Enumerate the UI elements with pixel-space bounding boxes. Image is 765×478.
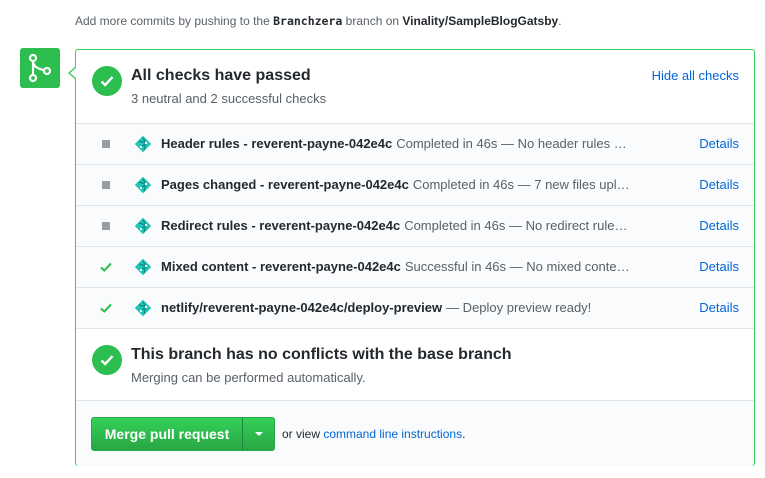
check-circle-icon <box>92 345 122 375</box>
cli-hint: or view command line instructions. <box>282 427 465 441</box>
checks-summary: All checks have passed 3 neutral and 2 s… <box>76 50 754 123</box>
check-text: Pages changed - reverent-payne-042e4c Com… <box>161 177 631 192</box>
conflicts-subtitle: Merging can be performed automatically. <box>131 370 366 385</box>
check-icon <box>100 302 112 314</box>
check-name: Pages changed - reverent-payne-042e4c <box>161 177 409 192</box>
neutral-square-icon <box>100 138 112 150</box>
merge-method-dropdown[interactable] <box>242 418 274 450</box>
check-row: Redirect rules - reverent-payne-042e4c Co… <box>76 206 754 247</box>
check-description: Completed in 46s — No header rules proce… <box>396 136 631 151</box>
check-row: Mixed content - reverent-payne-042e4c Suc… <box>76 247 754 288</box>
push-instructions-prefix: Add more commits by pushing to the <box>75 14 274 28</box>
netlify-logo-icon <box>134 135 152 153</box>
check-icon <box>100 261 112 273</box>
check-details-link[interactable]: Details <box>699 300 739 315</box>
checks-title: All checks have passed <box>131 67 311 84</box>
check-text: Header rules - reverent-payne-042e4c Comp… <box>161 136 631 151</box>
check-circle-icon <box>92 66 122 96</box>
check-details-link[interactable]: Details <box>699 177 739 192</box>
neutral-square-icon <box>100 220 112 232</box>
command-line-instructions-link[interactable]: command line instructions <box>323 427 462 441</box>
hide-all-checks-link[interactable]: Hide all checks <box>652 68 739 83</box>
check-details-link[interactable]: Details <box>699 259 739 274</box>
check-text: Mixed content - reverent-payne-042e4c Suc… <box>161 259 631 274</box>
netlify-logo-icon <box>134 299 152 317</box>
merge-status-box: All checks have passed 3 neutral and 2 s… <box>68 49 755 466</box>
check-description: Completed in 46s — No redirect rules pro… <box>404 218 631 233</box>
netlify-logo-icon <box>134 176 152 194</box>
git-merge-icon <box>20 48 60 88</box>
check-description: Successful in 46s — No mixed content det… <box>404 259 631 274</box>
checks-subtitle: 3 neutral and 2 successful checks <box>131 91 327 106</box>
check-row: Pages changed - reverent-payne-042e4c Com… <box>76 165 754 206</box>
conflicts-title: This branch has no conflicts with the ba… <box>131 346 512 363</box>
push-instructions: Add more commits by pushing to the Branc… <box>75 14 562 28</box>
merge-pull-request-button[interactable]: Merge pull request <box>92 418 242 450</box>
check-text: netlify/reverent-payne-042e4c/deploy-pre… <box>161 300 631 315</box>
conflicts-summary: This branch has no conflicts with the ba… <box>76 330 754 400</box>
netlify-logo-icon <box>134 217 152 235</box>
check-description: Completed in 46s — 7 new files uploaded <box>412 177 631 192</box>
cli-hint-suffix: . <box>462 427 466 441</box>
merge-actions: Merge pull request or view command line … <box>76 400 754 466</box>
check-name: Mixed content - reverent-payne-042e4c <box>161 259 401 274</box>
branch-name[interactable]: Branchzera <box>273 14 342 28</box>
or-view-text: or view <box>282 427 324 441</box>
check-row: Header rules - reverent-payne-042e4c Comp… <box>76 124 754 165</box>
neutral-square-icon <box>100 179 112 191</box>
check-name: Redirect rules - reverent-payne-042e4c <box>161 218 401 233</box>
check-description: — Deploy preview ready! <box>446 300 592 315</box>
check-name: netlify/reverent-payne-042e4c/deploy-pre… <box>161 300 443 315</box>
checks-list: Header rules - reverent-payne-042e4c Comp… <box>76 123 754 329</box>
repo-name[interactable]: Vinality/SampleBlogGatsby <box>402 14 558 28</box>
merge-button-group: Merge pull request <box>91 417 275 451</box>
check-details-link[interactable]: Details <box>699 218 739 233</box>
check-row: netlify/reverent-payne-042e4c/deploy-pre… <box>76 288 754 329</box>
check-text: Redirect rules - reverent-payne-042e4c Co… <box>161 218 631 233</box>
triangle-down-icon <box>254 432 263 436</box>
check-name: Header rules - reverent-payne-042e4c <box>161 136 393 151</box>
push-instructions-suffix: . <box>558 14 562 28</box>
netlify-logo-icon <box>134 258 152 276</box>
check-details-link[interactable]: Details <box>699 136 739 151</box>
push-instructions-middle: branch on <box>342 14 403 28</box>
